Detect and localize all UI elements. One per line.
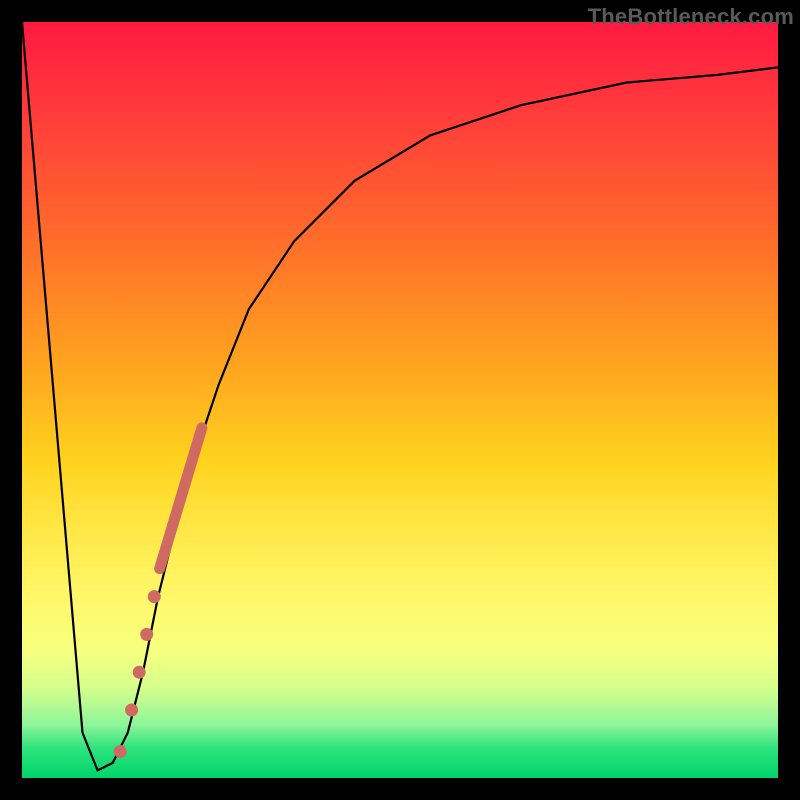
bottleneck-curve (22, 22, 778, 770)
marker-band (153, 421, 209, 575)
chart-frame: TheBottleneck.com (0, 0, 800, 800)
chart-svg (22, 22, 778, 778)
chart-plot-area (22, 22, 778, 778)
watermark: TheBottleneck.com (588, 4, 794, 30)
